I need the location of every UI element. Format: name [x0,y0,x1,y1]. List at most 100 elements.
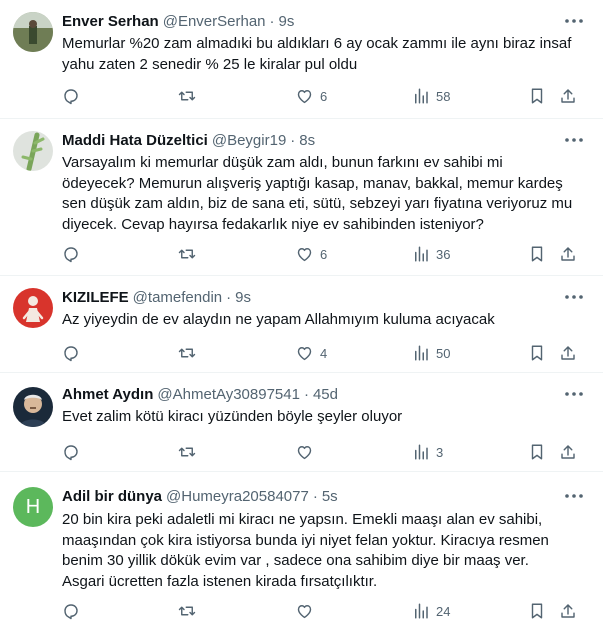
author-name[interactable]: Adil bir dünya [62,488,162,505]
reply-button[interactable] [62,243,80,265]
author-handle[interactable]: @Beygir19 [212,132,286,149]
avatar[interactable] [13,387,53,427]
avatar[interactable] [13,288,53,328]
separator-dot: · [269,12,275,30]
views-button[interactable]: 24 [412,600,450,622]
retweet-button[interactable] [177,342,197,364]
more-icon[interactable] [563,487,585,505]
timestamp[interactable]: 9s [279,13,295,30]
reply-button[interactable] [62,85,80,107]
reply-button[interactable] [62,441,80,463]
reply-icon [64,604,78,620]
author-name[interactable]: KIZILEFE [62,289,129,306]
like-button[interactable] [295,600,320,622]
timeline: Enver Serhan @EnverSerhan · 9s Memurlar … [0,0,603,640]
tweet-header: Adil bir dünya @Humeyra20584077 · 5s [62,486,563,506]
views-button[interactable]: 3 [412,441,443,463]
retweet-button[interactable] [177,441,197,463]
views-icon [415,345,428,361]
timestamp[interactable]: 8s [299,132,315,149]
reply-button[interactable] [62,342,80,364]
like-icon [297,248,312,262]
bookmark-button[interactable] [529,342,545,364]
reply-icon [64,247,78,263]
author-handle[interactable]: @Humeyra20584077 [166,488,309,505]
like-icon [297,605,312,619]
share-button[interactable] [559,600,577,622]
tweet-text-line: Az yiyeydin de ev alaydın ne yapam Allah… [62,311,495,328]
views-icon [415,603,428,619]
author-name[interactable]: Enver Serhan [62,13,159,30]
author-handle[interactable]: @tamefendin [133,289,222,306]
tweet[interactable]: H Adil bir dünya @Humeyra20584077 · 5s 2… [0,472,603,640]
bookmark-button[interactable] [529,600,545,622]
bookmark-button[interactable] [529,243,545,265]
separator-dot: · [226,288,232,306]
views-button[interactable]: 36 [412,243,450,265]
bookmark-icon [531,444,543,460]
author-handle[interactable]: @EnverSerhan [163,13,266,30]
like-count: 6 [320,88,328,104]
views-icon [415,88,428,104]
more-icon[interactable] [563,385,585,403]
views-count: 58 [436,88,451,104]
avatar[interactable] [13,131,53,171]
share-icon [561,247,575,261]
separator-dot: · [290,131,296,149]
tweet-text-line: benim 30 yillik dökük evim var , sadece … [62,552,529,569]
tweet[interactable]: KIZILEFE @tamefendin · 9s Az yiyeydin de… [0,276,603,373]
tweet[interactable]: Enver Serhan @EnverSerhan · 9s Memurlar … [0,0,603,119]
timestamp[interactable]: 9s [235,289,251,306]
tweet-header: Enver Serhan @EnverSerhan · 9s [62,11,563,31]
tweet[interactable]: Maddi Hata Düzeltici @Beygir19 · 8s Vars… [0,119,603,276]
like-button[interactable]: 6 [295,243,327,265]
tweet-actions: 24 [62,600,589,622]
reply-button[interactable] [62,600,80,622]
bookmark-button[interactable] [529,441,545,463]
share-button[interactable] [559,441,577,463]
avatar[interactable]: H [13,487,53,527]
views-button[interactable]: 50 [412,342,450,364]
tweet-text: Evet zalim kötü kiracı yüzünden böyle şe… [62,407,589,428]
views-icon [415,444,428,460]
views-count: 36 [436,246,451,262]
tweet-text: Memurlar %20 zam almadıki bu aldıkları 6… [62,34,589,75]
author-handle[interactable]: @AhmetAy30897541 [157,386,300,403]
share-icon [561,89,575,103]
more-icon[interactable] [563,12,585,30]
share-button[interactable] [559,243,577,265]
views-button[interactable]: 58 [412,85,450,107]
retweet-button[interactable] [177,600,197,622]
more-icon[interactable] [563,288,585,306]
tweet-text-line: Asgari ücretten fazla istenen kirada fır… [62,572,378,590]
more-icon[interactable] [563,131,585,149]
tweet-text: Az yiyeydin de ev alaydın ne yapam Allah… [62,310,589,331]
like-icon [297,347,312,361]
tweet[interactable]: Ahmet Aydın @AhmetAy30897541 · 45d Evet … [0,373,603,472]
like-button[interactable] [295,441,320,463]
like-button[interactable]: 6 [295,85,327,107]
author-name[interactable]: Ahmet Aydın [62,386,153,403]
separator-dot: · [312,487,318,505]
like-button[interactable]: 4 [295,342,327,364]
bookmark-icon [531,246,543,262]
avatar[interactable] [13,12,53,52]
retweet-icon [178,606,196,616]
reply-icon [64,445,78,461]
share-button[interactable] [559,342,577,364]
timestamp[interactable]: 45d [313,386,338,403]
reply-icon [64,89,78,105]
bookmark-icon [531,345,543,361]
author-name[interactable]: Maddi Hata Düzeltici [62,132,208,149]
like-count: 4 [320,345,328,361]
tweet-text-line: yahu zaten 2 senedir % 25 le kiralar pul… [62,55,358,73]
retweet-button[interactable] [177,243,197,265]
tweet-text: Varsayalım ki memurlar düşük zam aldı, b… [62,153,589,235]
timestamp[interactable]: 5s [322,488,338,505]
share-button[interactable] [559,85,577,107]
tweet-text-line: Memurlar %20 zam almadıki bu aldıkları 6… [62,35,572,52]
retweet-button[interactable] [177,85,197,107]
bookmark-button[interactable] [529,85,545,107]
tweet-actions: 4 50 [62,342,589,364]
retweet-icon [178,447,196,457]
